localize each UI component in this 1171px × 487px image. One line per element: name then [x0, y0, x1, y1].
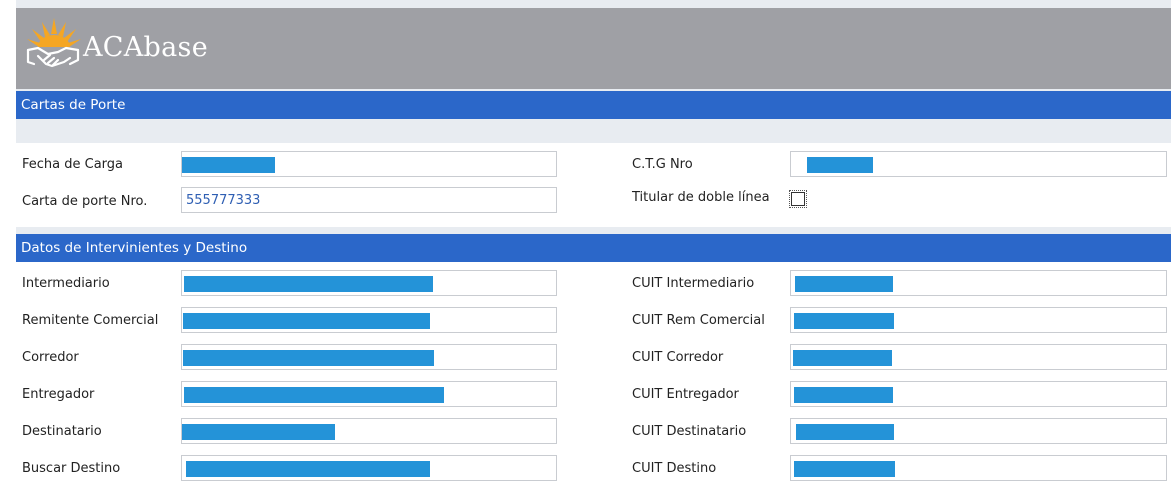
- cuit-corredor-label: CUIT Corredor: [632, 350, 724, 365]
- buscar-destino-label: Buscar Destino: [22, 461, 121, 476]
- buscar-destino-field[interactable]: [181, 455, 557, 481]
- cuit-intermediario-label: CUIT Intermediario: [632, 276, 755, 291]
- cuit-corredor-field[interactable]: [790, 344, 1167, 370]
- redacted-value: [184, 276, 433, 292]
- carta-porte-label: Carta de porte Nro.: [22, 194, 148, 209]
- handshake-sun-logo-icon: [24, 14, 84, 72]
- cuit-entregador-label: CUIT Entregador: [632, 387, 739, 402]
- redacted-value: [182, 424, 335, 440]
- entregador-field[interactable]: [181, 381, 557, 407]
- cuit-destinatario-label: CUIT Destinatario: [632, 424, 747, 439]
- remitente-label: Remitente Comercial: [22, 313, 159, 328]
- cuit-entregador-field[interactable]: [790, 381, 1167, 407]
- intermediario-field[interactable]: [181, 270, 557, 296]
- redacted-value: [182, 157, 275, 173]
- cuit-intermediario-field[interactable]: [790, 270, 1167, 296]
- destinatario-label: Destinatario: [22, 424, 102, 439]
- corredor-label: Corredor: [22, 350, 79, 365]
- ctg-label: C.T.G Nro: [632, 157, 693, 172]
- redacted-value: [794, 313, 894, 329]
- fecha-carga-field[interactable]: [181, 151, 557, 177]
- intervinientes-form-panel: Intermediario CUIT Intermediario Remiten…: [16, 262, 1171, 487]
- cuit-destinatario-field[interactable]: [790, 418, 1167, 444]
- cuit-destino-field[interactable]: [790, 455, 1167, 481]
- corredor-field[interactable]: [181, 344, 557, 370]
- remitente-field[interactable]: [181, 307, 557, 333]
- redacted-value: [186, 461, 430, 477]
- carta-porte-value: 555777333: [186, 193, 261, 208]
- redacted-value: [183, 313, 430, 329]
- redacted-value: [183, 350, 434, 366]
- brand-name: ACAbase: [83, 32, 208, 63]
- fecha-carga-label: Fecha de Carga: [22, 157, 124, 172]
- redacted-value: [184, 387, 444, 403]
- ctg-field[interactable]: [790, 151, 1167, 177]
- cuit-destino-label: CUIT Destino: [632, 461, 717, 476]
- header-bar: ACAbase: [16, 8, 1171, 89]
- section-header-datos: Datos de Intervinientes y Destino: [16, 234, 1171, 262]
- redacted-value: [793, 350, 892, 366]
- intermediario-label: Intermediario: [22, 276, 110, 291]
- cuit-remitente-label: CUIT Rem Comercial: [632, 313, 765, 328]
- carta-porte-field[interactable]: 555777333: [181, 187, 557, 213]
- redacted-value: [795, 276, 893, 292]
- cuit-remitente-field[interactable]: [790, 307, 1167, 333]
- cartas-form-panel: Fecha de Carga Carta de porte Nro. 55577…: [16, 143, 1171, 227]
- section-header-cartas: Cartas de Porte: [16, 91, 1171, 119]
- redacted-value: [796, 424, 894, 440]
- redacted-value: [807, 157, 873, 173]
- entregador-label: Entregador: [22, 387, 95, 402]
- app-frame: ACAbase Cartas de Porte Fecha de Carga C…: [16, 0, 1171, 487]
- redacted-value: [794, 387, 893, 403]
- titular-doble-linea-label: Titular de doble línea: [632, 190, 770, 205]
- destinatario-field[interactable]: [181, 418, 557, 444]
- redacted-value: [794, 461, 895, 477]
- titular-doble-linea-checkbox[interactable]: [791, 192, 805, 206]
